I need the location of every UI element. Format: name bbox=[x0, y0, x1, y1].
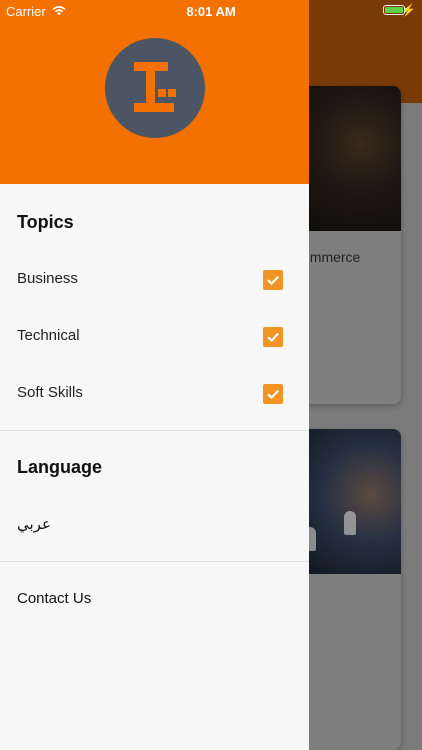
topic-label: Technical bbox=[17, 327, 80, 344]
language-heading: Language bbox=[17, 457, 103, 477]
language-option-arabic[interactable]: عربي bbox=[17, 515, 51, 533]
card-title: ommerce bbox=[302, 249, 361, 265]
chess-piece-icon bbox=[344, 511, 356, 535]
topic-business[interactable]: Business bbox=[0, 260, 309, 300]
topic-label: Soft Skills bbox=[17, 384, 83, 401]
background-card[interactable] bbox=[300, 429, 401, 750]
card-image bbox=[300, 86, 401, 231]
navigation-drawer: Topics Business Technical Soft Skills La… bbox=[0, 0, 309, 750]
checkmark-icon bbox=[267, 332, 280, 343]
divider bbox=[0, 430, 309, 431]
topics-heading: Topics bbox=[17, 212, 74, 232]
topic-soft-skills[interactable]: Soft Skills bbox=[0, 374, 309, 414]
app-logo-icon bbox=[105, 38, 205, 138]
topic-checkbox[interactable] bbox=[263, 327, 283, 347]
contact-us-link[interactable]: Contact Us bbox=[17, 590, 91, 607]
clock: 8:01 AM bbox=[186, 4, 236, 19]
topic-checkbox[interactable] bbox=[263, 270, 283, 290]
background-card[interactable]: ommerce bbox=[300, 86, 401, 404]
topic-checkbox[interactable] bbox=[263, 384, 283, 404]
topic-technical[interactable]: Technical bbox=[0, 317, 309, 357]
topic-label: Business bbox=[17, 270, 78, 287]
drawer-header bbox=[0, 0, 309, 184]
card-image bbox=[300, 429, 401, 574]
checkmark-icon bbox=[267, 275, 280, 286]
checkmark-icon bbox=[267, 389, 280, 400]
divider bbox=[0, 561, 309, 562]
charging-bolt-icon: ⚡ bbox=[401, 3, 416, 17]
status-bar: Carrier 8:01 AM ⚡ bbox=[0, 0, 422, 22]
